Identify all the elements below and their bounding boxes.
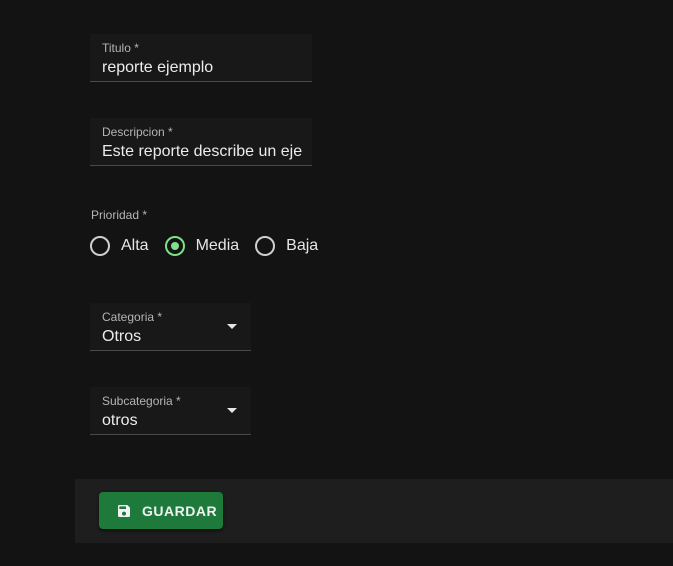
prioridad-option-label: Baja	[286, 237, 319, 254]
subcategoria-select[interactable]: Subcategoria * otros	[90, 387, 251, 435]
save-button-label: GUARDAR	[142, 502, 218, 519]
radio-checked-icon[interactable]	[164, 236, 185, 256]
prioridad-radio-group: Alta Media Baja	[90, 234, 334, 258]
subcategoria-label: Subcategoria *	[102, 394, 181, 408]
prioridad-label: Prioridad *	[91, 208, 148, 222]
save-icon	[116, 503, 132, 519]
titulo-label: Titulo *	[102, 41, 139, 55]
descripcion-input[interactable]: Este reporte describe un ejemplo	[102, 143, 302, 161]
categoria-label: Categoria *	[102, 310, 163, 324]
prioridad-option-label: Alta	[121, 237, 149, 254]
radio-unchecked-icon[interactable]	[255, 236, 276, 256]
subcategoria-value: otros	[102, 412, 138, 429]
descripcion-label: Descripcion *	[102, 125, 173, 139]
titulo-input[interactable]: reporte ejemplo	[102, 59, 304, 77]
save-button[interactable]: GUARDAR	[99, 492, 223, 529]
categoria-value: Otros	[102, 328, 142, 345]
titulo-field[interactable]: Titulo * reporte ejemplo	[90, 34, 312, 82]
prioridad-option-media[interactable]: Media	[164, 236, 240, 256]
descripcion-field[interactable]: Descripcion * Este reporte describe un e…	[90, 118, 312, 166]
prioridad-option-alta[interactable]: Alta	[90, 236, 149, 256]
dropdown-arrow-icon[interactable]	[227, 324, 237, 329]
report-form-page: Titulo * reporte ejemplo Descripcion * E…	[0, 0, 673, 566]
dropdown-arrow-icon[interactable]	[227, 408, 237, 413]
radio-unchecked-icon[interactable]	[90, 236, 110, 256]
form-footer: GUARDAR	[75, 479, 673, 543]
prioridad-option-label: Media	[195, 237, 240, 254]
categoria-select[interactable]: Categoria * Otros	[90, 303, 251, 351]
prioridad-option-baja[interactable]: Baja	[255, 236, 318, 256]
